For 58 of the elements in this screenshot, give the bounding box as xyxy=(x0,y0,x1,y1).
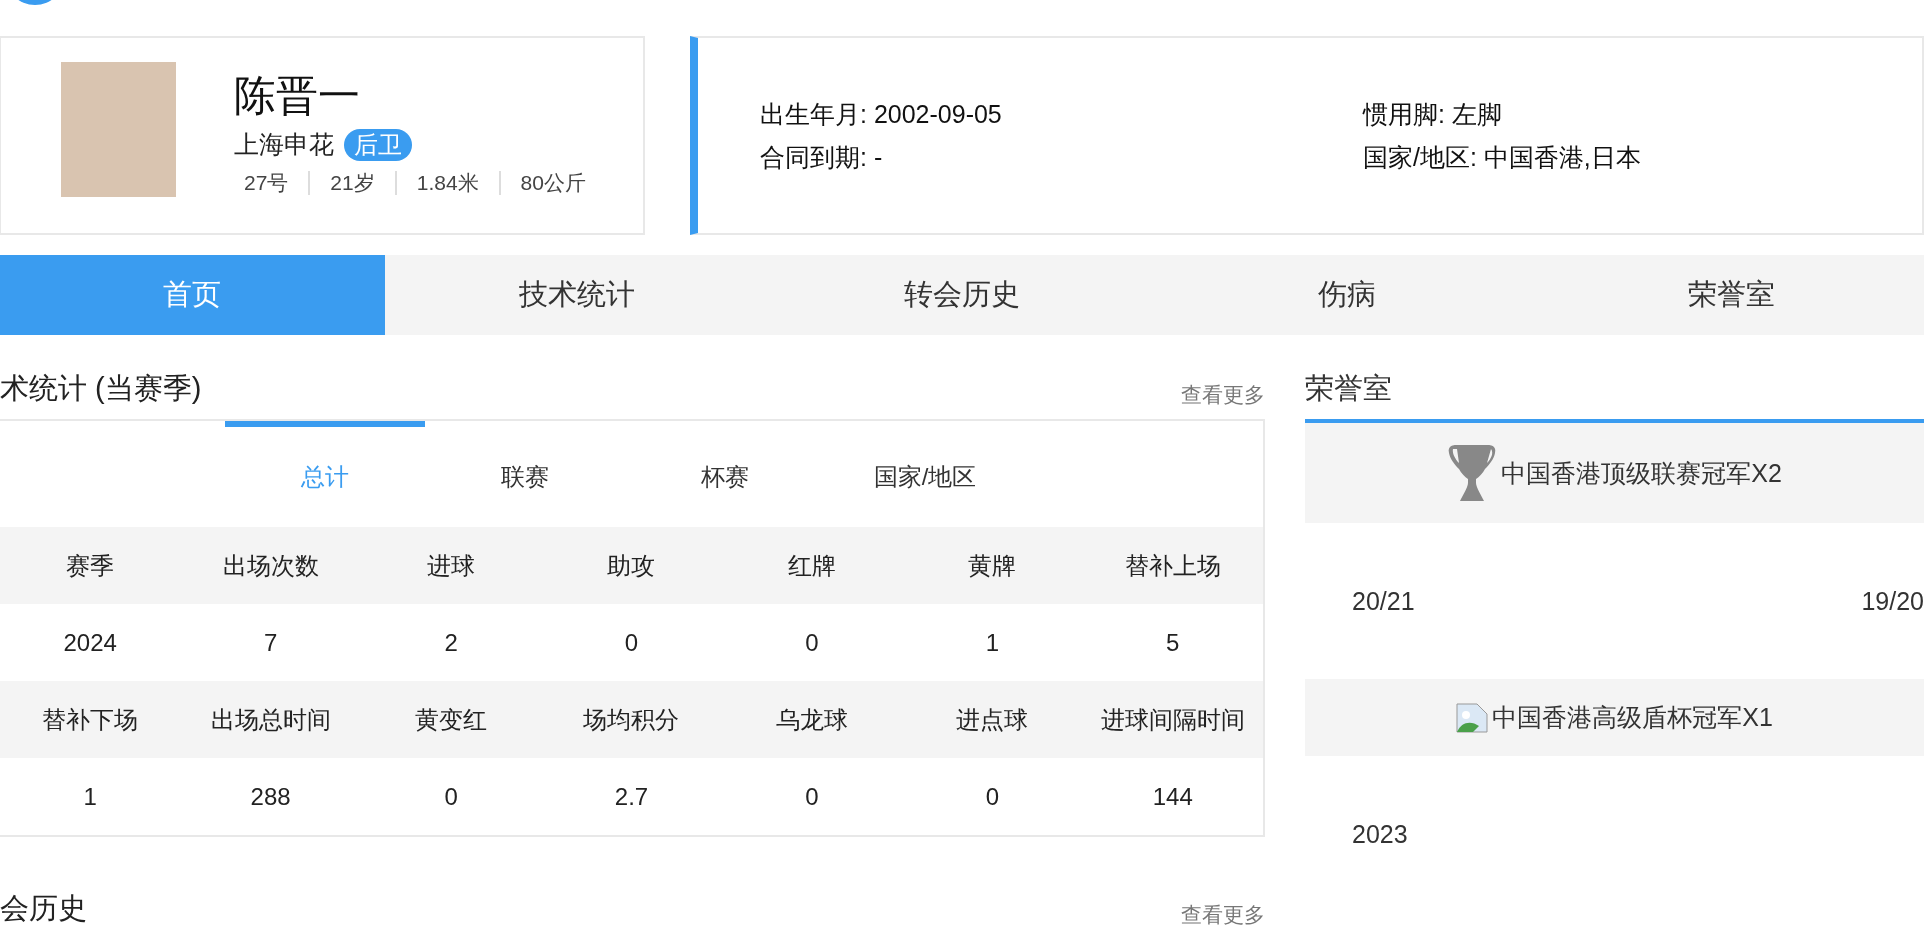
column-header: 替补上场 xyxy=(1123,550,1222,581)
table-cell-text: 0 xyxy=(443,782,459,811)
info-item: 国家/地区: 中国香港,日本 xyxy=(1363,141,1642,173)
honor-season: 20/21 xyxy=(1352,586,1415,616)
section-title: 术统计 (当赛季) xyxy=(0,371,202,406)
player-stat: 80公斤 xyxy=(498,171,606,195)
filter-tab[interactable]: 国家/地区 xyxy=(825,421,1025,527)
column-header: 进点球 xyxy=(955,704,1030,735)
nav-tab[interactable]: 技术统计 xyxy=(384,255,770,335)
more-link[interactable]: 查看更多 xyxy=(1181,381,1265,409)
table-cell-text: 0 xyxy=(804,628,820,657)
honor-title: 中国香港顶级联赛冠军X2 xyxy=(1501,457,1782,489)
column-header: 赛季 xyxy=(65,550,116,581)
table-cell-text: 0 xyxy=(623,628,640,657)
position-badge: 后卫 xyxy=(344,128,412,161)
player-stat: 21岁 xyxy=(308,171,395,195)
filter-tab[interactable]: 联赛 xyxy=(425,421,625,527)
table-cell-text: 1 xyxy=(984,628,1001,657)
column-header: 出场次数 xyxy=(221,550,320,581)
column-header: 进球 xyxy=(426,550,477,581)
column-header: 助攻 xyxy=(606,550,657,581)
honor-season: 2023 xyxy=(1352,819,1408,849)
table-cell-text: 0 xyxy=(984,782,1001,811)
section-title: 荣誉室 xyxy=(1305,371,1393,406)
column-header: 进球间隔时间 xyxy=(1099,704,1246,735)
player-stat: 1.84米 xyxy=(394,171,499,195)
column-header: 红牌 xyxy=(786,550,837,581)
column-header: 黄变红 xyxy=(414,704,489,735)
column-header: 黄牌 xyxy=(967,550,1018,581)
table-cell-text: 2024 xyxy=(62,628,118,657)
info-item: 合同到期: - xyxy=(760,141,884,173)
honor-season: 19/20 xyxy=(1861,586,1924,616)
nav-tab[interactable]: 转会历史 xyxy=(769,255,1155,335)
team-name: 上海申花 xyxy=(234,129,334,160)
table-cell-text: 288 xyxy=(249,782,292,811)
table-cell-text: 7 xyxy=(262,628,279,657)
broken-image-icon xyxy=(1456,702,1489,733)
info-item: 惯用脚: 左脚 xyxy=(1363,98,1503,130)
player-name: 陈晋一 xyxy=(234,71,361,121)
trophy-icon xyxy=(1447,443,1498,503)
honor-title: 中国香港高级盾杯冠军X1 xyxy=(1492,702,1773,733)
column-header: 场均积分 xyxy=(582,704,681,735)
column-header: 出场总时间 xyxy=(209,704,332,735)
table-cell-text: 5 xyxy=(1165,628,1181,657)
table-cell-text: 1 xyxy=(82,782,98,811)
table-cell-text: 2.7 xyxy=(613,782,650,811)
table-cell-text: 144 xyxy=(1151,782,1194,811)
filter-tab[interactable]: 杯赛 xyxy=(625,421,825,527)
info-item: 出生年月: 2002-09-05 xyxy=(760,98,1003,130)
more-link[interactable]: 查看更多 xyxy=(1181,901,1265,925)
column-header: 乌龙球 xyxy=(774,704,849,735)
nav-tab[interactable]: 伤病 xyxy=(1154,255,1540,335)
nav-tab[interactable]: 荣誉室 xyxy=(1539,255,1924,335)
table-cell-text: 2 xyxy=(443,628,459,657)
player-stat: 27号 xyxy=(244,171,290,195)
column-header: 替补下场 xyxy=(41,704,140,735)
table-cell-text: 0 xyxy=(804,782,820,811)
section-title: 会历史 xyxy=(0,891,87,925)
